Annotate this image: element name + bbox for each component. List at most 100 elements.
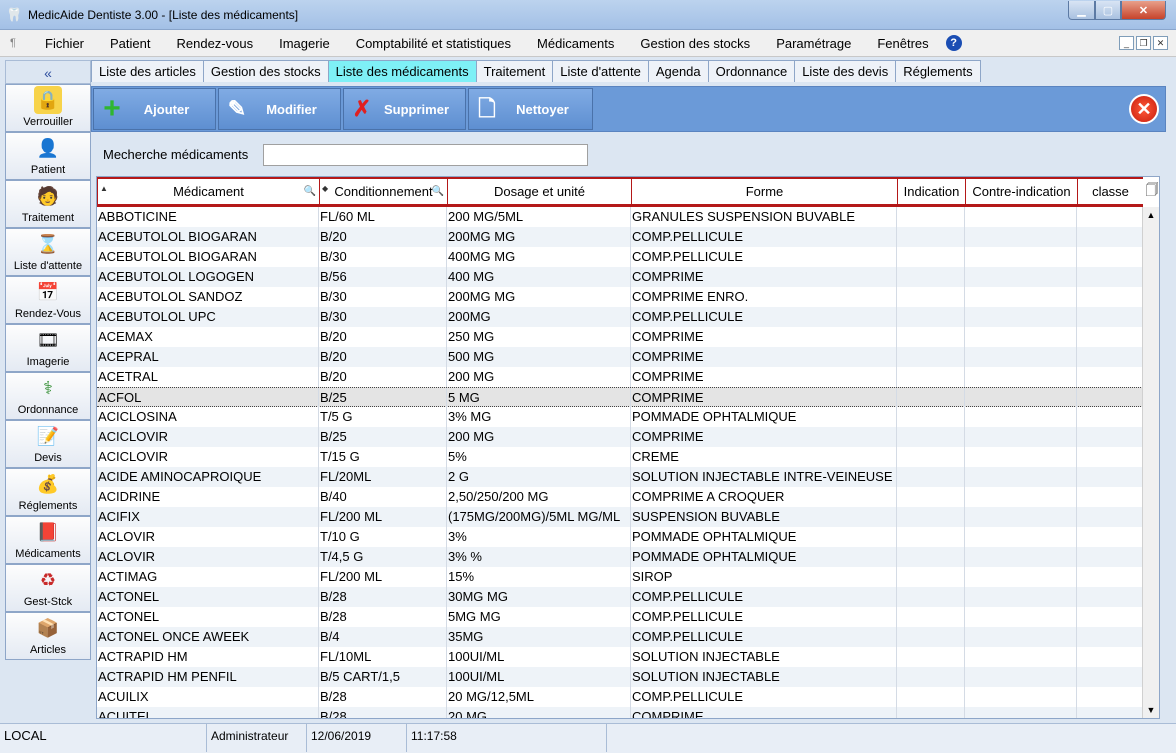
table-row[interactable]: ACEBUTOLOL BIOGARAN B/20 200MG MG COMP.PELL…: [97, 227, 1143, 247]
menu-imagerie[interactable]: Imagerie: [266, 36, 343, 51]
table-cell: [897, 667, 965, 687]
sidebar-item-gest-stck[interactable]: ♻ Gest-Stck: [5, 564, 91, 612]
menu-patient[interactable]: Patient: [97, 36, 163, 51]
maximize-button[interactable]: ▢: [1095, 1, 1121, 20]
caduceus-icon: ⚕: [43, 377, 53, 398]
table-cell: [965, 307, 1077, 327]
close-form-button[interactable]: ✕: [1129, 94, 1159, 124]
table-row[interactable]: ACTRAPID HM FL/10ML 100UI/ML SOLUTION INJEC…: [97, 647, 1143, 667]
table-cell: ACTONEL: [97, 607, 319, 627]
tab-liste-articles[interactable]: Liste des articles: [91, 60, 204, 82]
sidebar-item-traitement[interactable]: 🧑 Traitement: [5, 180, 91, 228]
menu-rendez-vous[interactable]: Rendez-vous: [164, 36, 267, 51]
tab-gestion-stocks[interactable]: Gestion des stocks: [202, 60, 329, 82]
menu-comptabilite[interactable]: Comptabilité et statistiques: [343, 36, 524, 51]
table-row[interactable]: ACIDE AMINOCAPROIQUE FL/20ML 2 G SOLUTION I…: [97, 467, 1143, 487]
sidebar-item-liste-attente[interactable]: ⌛ Liste d'attente: [5, 228, 91, 276]
sidebar-item-ordonnance[interactable]: ⚕ Ordonnance: [5, 372, 91, 420]
tab-liste-attente[interactable]: Liste d'attente: [552, 60, 649, 82]
table-row[interactable]: ACEPRAL B/20 500 MG COMPRIME: [97, 347, 1143, 367]
vertical-scrollbar[interactable]: ▲ ▼: [1142, 207, 1159, 718]
mdi-minimize-button[interactable]: _: [1119, 36, 1134, 50]
search-input[interactable]: [263, 144, 588, 166]
tab-ordonnance[interactable]: Ordonnance: [707, 60, 796, 82]
column-header-medicament[interactable]: ▲ Médicament 🔍: [97, 177, 320, 207]
table-cell: COMP.PELLICULE: [631, 307, 897, 327]
menu-fichier[interactable]: Fichier: [32, 36, 97, 51]
menu-fenetres[interactable]: Fenêtres: [864, 36, 941, 51]
sidebar-item-devis[interactable]: 📝 Devis: [5, 420, 91, 468]
collapse-sidebar-icon[interactable]: «: [5, 60, 91, 84]
search-icon[interactable]: 🔍: [432, 179, 444, 205]
mdi-close-button[interactable]: ✕: [1153, 36, 1168, 50]
edit-button[interactable]: ✎ Modifier: [218, 88, 341, 130]
column-chooser-icon[interactable]: 🗍: [1143, 177, 1159, 207]
table-cell: [1077, 707, 1143, 718]
clean-button[interactable]: 🗋 Nettoyer: [468, 88, 593, 130]
sidebar-item-rendez-vous[interactable]: 📅 Rendez-Vous: [5, 276, 91, 324]
scroll-down-icon[interactable]: ▼: [1143, 702, 1159, 718]
table-row[interactable]: ACIDRINE B/40 2,50/250/200 MG COMPRIME A CR…: [97, 487, 1143, 507]
table-row[interactable]: ACLOVIR T/10 G 3% POMMADE OPHTALMIQUE: [97, 527, 1143, 547]
table-row[interactable]: ACIFIX FL/200 ML (175MG/200MG)/5ML MG/ML SU…: [97, 507, 1143, 527]
sidebar-item-articles[interactable]: 📦 Articles: [5, 612, 91, 660]
column-header-forme[interactable]: Forme: [631, 177, 898, 207]
table-row[interactable]: ACFOL B/25 5 MG COMPRIME: [97, 387, 1143, 408]
table-row[interactable]: ACTONEL B/28 30MG MG COMP.PELLICULE: [97, 587, 1143, 607]
column-header-conditionnement[interactable]: ◆ Conditionnement 🔍: [319, 177, 448, 207]
table-row[interactable]: ACTONEL ONCE AWEEK B/4 35MG COMP.PELLICULE: [97, 627, 1143, 647]
help-icon[interactable]: ?: [945, 35, 962, 51]
table-cell: B/28: [319, 607, 447, 627]
menu-gestion-stocks[interactable]: Gestion des stocks: [627, 36, 763, 51]
close-window-button[interactable]: ✕: [1121, 1, 1166, 20]
sidebar-item-reglements[interactable]: 💰 Réglements: [5, 468, 91, 516]
sidebar-item-imagerie[interactable]: 🎞 Imagerie: [5, 324, 91, 372]
tab-agenda[interactable]: Agenda: [647, 60, 709, 82]
table-cell: [1077, 327, 1143, 347]
table-row[interactable]: ACTRAPID HM PENFIL B/5 CART/1,5 100UI/ML SO…: [97, 667, 1143, 687]
table-row[interactable]: ACEBUTOLOL LOGOGEN B/56 400 MG COMPRIME: [97, 267, 1143, 287]
table-row[interactable]: ACLOVIR T/4,5 G 3% % POMMADE OPHTALMIQUE: [97, 547, 1143, 567]
sidebar-item-medicaments[interactable]: 📕 Médicaments: [5, 516, 91, 564]
table-cell: [965, 607, 1077, 627]
table-cell: 100UI/ML: [447, 647, 631, 667]
table-row[interactable]: ABBOTICINE FL/60 ML 200 MG/5ML GRANULES SUS…: [97, 207, 1143, 227]
sidebar-item-verrouiller[interactable]: 🔒 Verrouiller: [5, 84, 91, 132]
table-row[interactable]: ACEBUTOLOL UPC B/30 200MG COMP.PELLICULE: [97, 307, 1143, 327]
scroll-up-icon[interactable]: ▲: [1143, 207, 1159, 224]
tab-traitement[interactable]: Traitement: [475, 60, 554, 82]
table-row[interactable]: ACICLOVIR B/25 200 MG COMPRIME: [97, 427, 1143, 447]
table-row[interactable]: ACEMAX B/20 250 MG COMPRIME: [97, 327, 1143, 347]
table-row[interactable]: ACICLOVIR T/15 G 5% CREME: [97, 447, 1143, 467]
table-row[interactable]: ACEBUTOLOL SANDOZ B/30 200MG MG COMPRIME EN…: [97, 287, 1143, 307]
system-menu-icon[interactable]: ¶: [10, 37, 24, 49]
minimize-button[interactable]: ▁: [1068, 1, 1095, 20]
table-cell: POMMADE OPHTALMIQUE: [631, 527, 897, 547]
sidebar-item-patient[interactable]: 👤 Patient: [5, 132, 91, 180]
menu-parametrage[interactable]: Paramétrage: [763, 36, 864, 51]
table-row[interactable]: ACETRAL B/20 200 MG COMPRIME: [97, 367, 1143, 387]
table-row[interactable]: ACICLOSINA T/5 G 3% MG POMMADE OPHTALMIQUE: [97, 407, 1143, 427]
table-cell: [965, 227, 1077, 247]
table-cell: [965, 388, 1077, 408]
column-header-indication[interactable]: Indication: [897, 177, 966, 207]
mdi-restore-button[interactable]: ❐: [1136, 36, 1151, 50]
column-header-contre-indication[interactable]: Contre-indication: [965, 177, 1078, 207]
add-button[interactable]: + Ajouter: [93, 88, 216, 130]
search-icon[interactable]: 🔍: [304, 179, 316, 205]
tab-liste-medicaments[interactable]: Liste des médicaments: [327, 60, 477, 82]
tab-liste-devis[interactable]: Liste des devis: [794, 60, 897, 82]
table-row[interactable]: ACEBUTOLOL BIOGARAN B/30 400MG MG COMP.PELL…: [97, 247, 1143, 267]
table-row[interactable]: ACUILIX B/28 20 MG/12,5ML COMP.PELLICULE: [97, 687, 1143, 707]
column-header-dosage[interactable]: Dosage et unité: [447, 177, 632, 207]
quote-pencil-icon: 📝: [36, 425, 60, 446]
table-cell: [1077, 667, 1143, 687]
table-row[interactable]: ACUITEL B/28 20 MG COMPRIME: [97, 707, 1143, 718]
tab-reglements[interactable]: Réglements: [895, 60, 981, 82]
menu-medicaments[interactable]: Médicaments: [524, 36, 627, 51]
delete-button[interactable]: ✗ Supprimer: [343, 88, 466, 130]
table-row[interactable]: ACTONEL B/28 5MG MG COMP.PELLICULE: [97, 607, 1143, 627]
column-header-classe[interactable]: classe: [1077, 177, 1144, 207]
table-row[interactable]: ACTIMAG FL/200 ML 15% SIROP: [97, 567, 1143, 587]
table-cell: [1077, 527, 1143, 547]
